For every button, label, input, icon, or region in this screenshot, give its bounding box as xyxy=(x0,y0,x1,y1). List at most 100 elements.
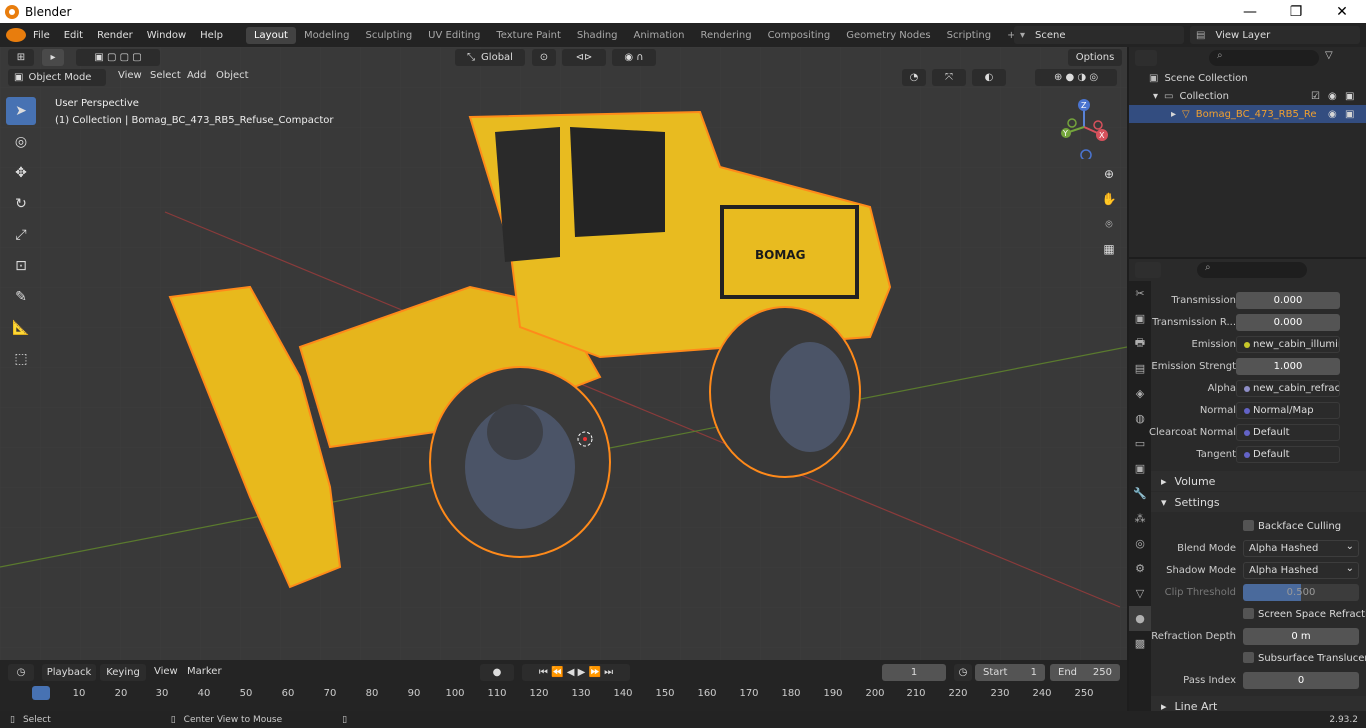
tab-shading[interactable]: Shading xyxy=(569,27,626,44)
refraction-depth-field[interactable]: 0 m xyxy=(1243,628,1359,645)
particles-tab-icon[interactable]: ⁂ xyxy=(1129,506,1151,531)
menu-edit[interactable]: Edit xyxy=(57,30,90,41)
view-layer-tab-icon[interactable]: ▤ xyxy=(1129,356,1151,381)
close-button[interactable]: ✕ xyxy=(1319,0,1365,23)
shadow-mode-dropdown[interactable]: Alpha Hashed xyxy=(1243,562,1359,579)
transmission-field[interactable]: 0.000 xyxy=(1236,292,1340,309)
tab-animation[interactable]: Animation xyxy=(626,27,693,44)
move-tool-icon[interactable]: ✥ xyxy=(6,159,36,187)
viewport-menu-object[interactable]: Object xyxy=(216,70,249,81)
properties-search-input[interactable]: ⌕ xyxy=(1197,262,1307,278)
world-tab-icon[interactable]: ◍ xyxy=(1129,406,1151,431)
proportional-edit-icon[interactable]: ◉ ∩ xyxy=(612,49,656,66)
visibility-icon[interactable]: ◔ xyxy=(902,69,926,86)
data-tab-icon[interactable]: ▽ xyxy=(1129,581,1151,606)
scene-tab-icon[interactable]: ◈ xyxy=(1129,381,1151,406)
gizmo-toggle-icon[interactable]: ⤧ xyxy=(932,69,966,86)
select-box-icon[interactable]: ▸ xyxy=(42,49,64,66)
camera-render-icon[interactable]: ▣ xyxy=(1345,109,1354,120)
rotate-tool-icon[interactable]: ↻ xyxy=(6,190,36,218)
properties-editor-type-icon[interactable] xyxy=(1135,262,1161,278)
transmission-roughness-field[interactable]: 0.000 xyxy=(1236,314,1340,331)
tab-modeling[interactable]: Modeling xyxy=(296,27,358,44)
modifier-tab-icon[interactable]: 🔧 xyxy=(1129,481,1151,506)
menu-render[interactable]: Render xyxy=(90,30,140,41)
tab-rendering[interactable]: Rendering xyxy=(692,27,759,44)
tab-texture-paint[interactable]: Texture Paint xyxy=(488,27,569,44)
view-layer-selector[interactable]: ▤ View Layer xyxy=(1190,26,1360,44)
menu-window[interactable]: Window xyxy=(140,30,193,41)
outliner-search-input[interactable]: ⌕ xyxy=(1209,50,1319,66)
minimize-button[interactable]: — xyxy=(1227,0,1273,23)
output-tab-icon[interactable]: 🖶 xyxy=(1129,331,1151,356)
render-tab-icon[interactable]: ▣ xyxy=(1129,306,1151,331)
scale-tool-icon[interactable]: ⤢ xyxy=(6,221,36,249)
viewport-menu-view[interactable]: View xyxy=(118,70,142,81)
texture-tab-icon[interactable]: ▩ xyxy=(1129,631,1151,656)
filter-icon[interactable]: ▽ xyxy=(1325,50,1347,66)
maximize-button[interactable]: ❐ xyxy=(1273,0,1319,23)
scene-selector[interactable]: ▾ Scene xyxy=(1014,26,1184,44)
outliner-object-row[interactable]: ▸ ▽ Bomag_BC_473_RB5_Re ◉ ▣ xyxy=(1129,105,1366,123)
pan-hand-icon[interactable]: ✋ xyxy=(1099,189,1119,209)
transform-tool-icon[interactable]: ⊡ xyxy=(6,252,36,280)
add-cube-tool-icon[interactable]: ⬚ xyxy=(6,345,36,373)
tab-geometry-nodes[interactable]: Geometry Nodes xyxy=(838,27,938,44)
tab-sculpting[interactable]: Sculpting xyxy=(357,27,420,44)
outliner-editor-type-icon[interactable] xyxy=(1135,50,1157,66)
constraints-tab-icon[interactable]: ⚙ xyxy=(1129,556,1151,581)
viewport-menu-add[interactable]: Add xyxy=(187,70,206,81)
cursor-tool-icon[interactable]: ◎ xyxy=(6,128,36,156)
tab-uv-editing[interactable]: UV Editing xyxy=(420,27,488,44)
eye-icon[interactable]: ◉ xyxy=(1328,91,1337,102)
perspective-grid-icon[interactable]: ▦ xyxy=(1099,239,1119,259)
checkbox-icon[interactable]: ☑ xyxy=(1311,91,1320,102)
tab-scripting[interactable]: Scripting xyxy=(939,27,999,44)
volume-section[interactable]: ▸ Volume xyxy=(1151,471,1366,491)
editor-type-icon[interactable]: ⊞ xyxy=(8,49,34,66)
measure-tool-icon[interactable]: 📐 xyxy=(6,314,36,342)
frame-ruler[interactable]: 1102030405060708090100110120130140150160… xyxy=(0,660,1127,713)
eye-icon[interactable]: ◉ xyxy=(1328,109,1337,120)
annotate-tool-icon[interactable]: ✎ xyxy=(6,283,36,311)
playhead-marker[interactable] xyxy=(32,686,50,700)
pivot-icon[interactable]: ⊙ xyxy=(532,49,556,66)
outliner-collection[interactable]: ▾ ▭ Collection ☑ ◉ ▣ xyxy=(1129,87,1366,105)
tangent-link[interactable]: Default xyxy=(1236,446,1340,463)
viewport-menu-select[interactable]: Select xyxy=(150,70,181,81)
clearcoat-normal-link[interactable]: Default xyxy=(1236,424,1340,441)
material-tab-icon[interactable]: ● xyxy=(1129,606,1151,631)
camera-render-icon[interactable]: ▣ xyxy=(1345,91,1354,102)
collection-tab-icon[interactable]: ▭ xyxy=(1129,431,1151,456)
zoom-icon[interactable]: ⊕ xyxy=(1099,164,1119,184)
alpha-link[interactable]: new_cabin_refract_i... xyxy=(1236,380,1340,397)
ssr-checkbox[interactable] xyxy=(1243,608,1254,619)
transform-orientation-dropdown[interactable]: ⤡ Global xyxy=(455,49,525,66)
blend-mode-dropdown[interactable]: Alpha Hashed xyxy=(1243,540,1359,557)
camera-icon[interactable]: ⌾ xyxy=(1099,214,1119,234)
tab-compositing[interactable]: Compositing xyxy=(760,27,839,44)
subsurface-checkbox[interactable] xyxy=(1243,652,1254,663)
options-dropdown[interactable]: Options xyxy=(1068,49,1122,66)
emission-strength-field[interactable]: 1.000 xyxy=(1236,358,1340,375)
snap-icon[interactable]: ⊲⊳ xyxy=(562,49,606,66)
emission-link[interactable]: new_cabin_illuminat... xyxy=(1236,336,1340,353)
tab-layout[interactable]: Layout xyxy=(245,26,296,44)
normal-link[interactable]: Normal/Map xyxy=(1236,402,1340,419)
pass-index-field[interactable]: 0 xyxy=(1243,672,1359,689)
overlay-toggle-icon[interactable]: ◐ xyxy=(972,69,1006,86)
select-tool-icon[interactable]: ➤ xyxy=(6,97,36,125)
clip-threshold-slider[interactable]: 0.500 xyxy=(1243,584,1359,601)
tool-tab-icon[interactable]: ✂ xyxy=(1129,281,1151,306)
select-mode-icons[interactable]: ▣ ▢ ▢ ▢ xyxy=(76,49,160,66)
menu-help[interactable]: Help xyxy=(193,30,230,41)
mode-dropdown[interactable]: ▣ Object Mode xyxy=(8,69,106,86)
shading-mode-icons[interactable]: ⊕ ● ◑ ◎ xyxy=(1035,69,1117,86)
settings-section[interactable]: ▾ Settings xyxy=(1151,492,1366,512)
navigation-gizmo[interactable]: Z X Y xyxy=(1056,95,1116,159)
physics-tab-icon[interactable]: ◎ xyxy=(1129,531,1151,556)
object-tab-icon[interactable]: ▣ xyxy=(1129,456,1151,481)
menu-file[interactable]: File xyxy=(26,30,57,41)
3d-viewport[interactable]: BOMAG ⊞ ▸ ▣ ▢ ▢ ▢ ⤡ Global ⊙ ⊲⊳ ◉ ∩ Opti… xyxy=(0,47,1127,660)
backface-culling-checkbox[interactable] xyxy=(1243,520,1254,531)
